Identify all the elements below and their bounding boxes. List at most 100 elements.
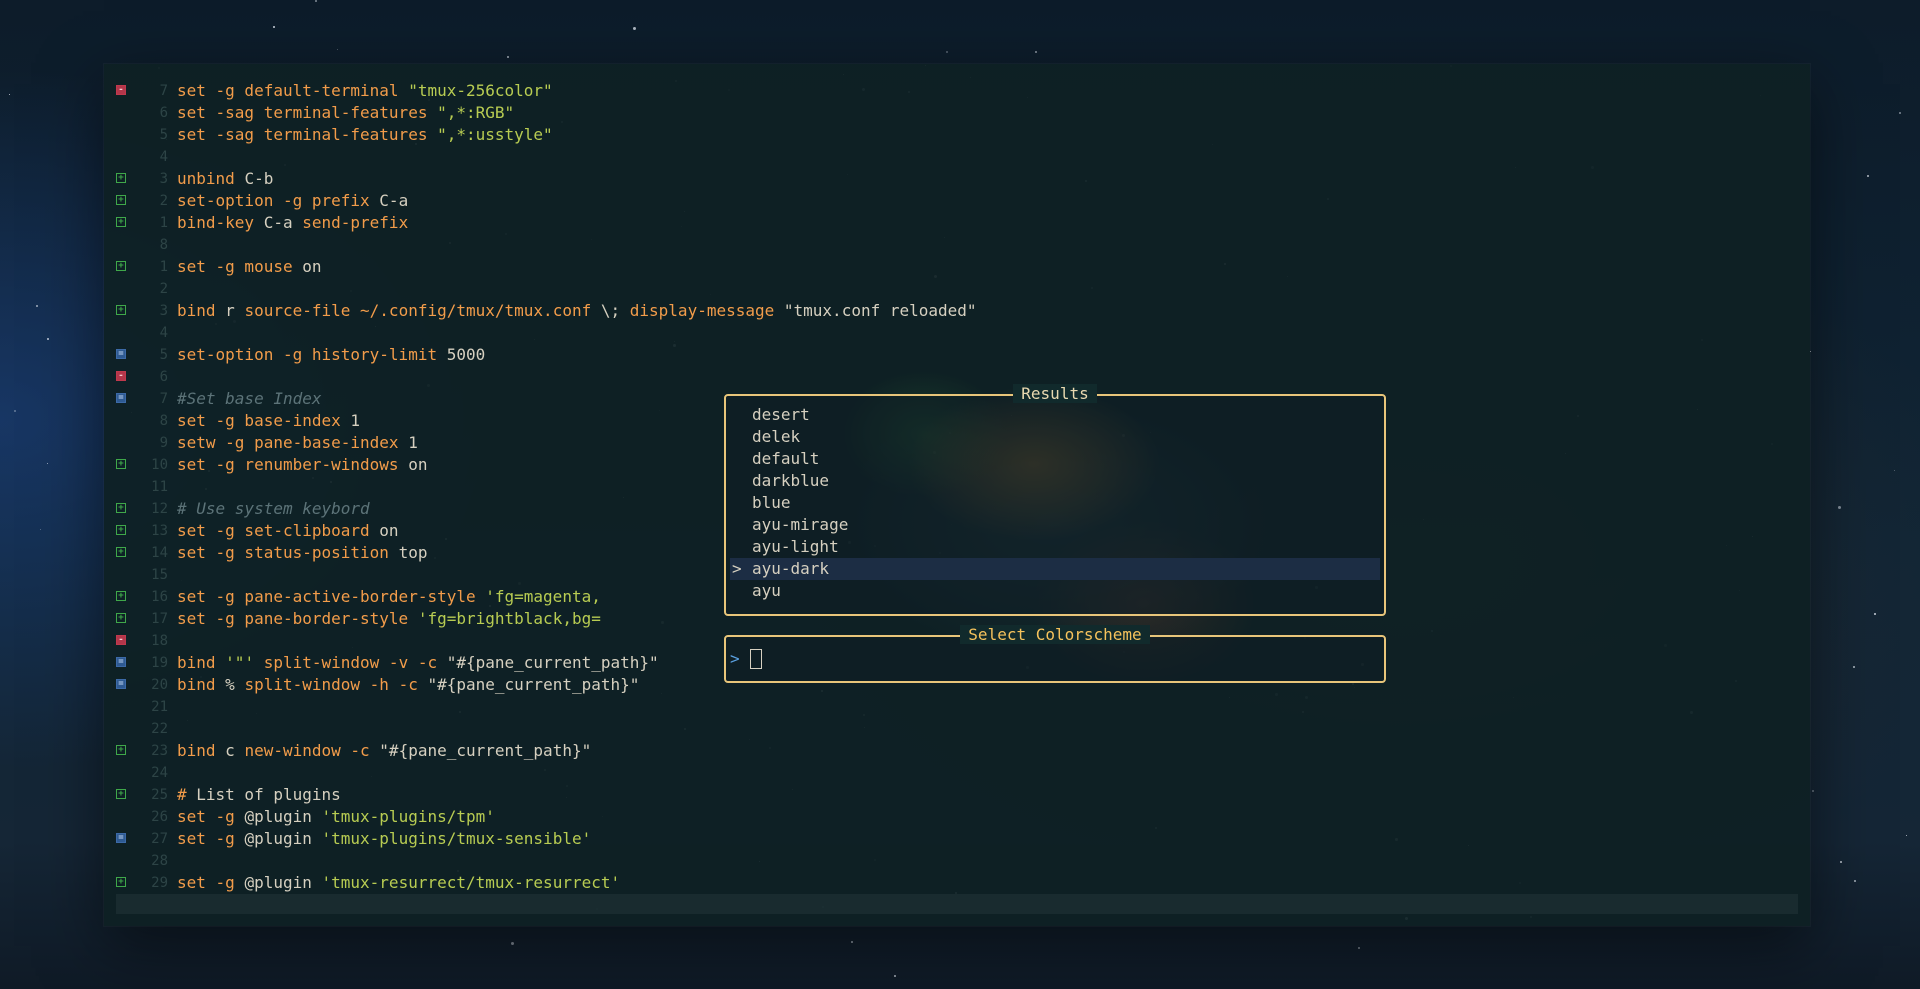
- code-line[interactable]: +1 set -g mouse on: [104, 256, 1810, 278]
- line-number: 6: [159, 369, 168, 385]
- git-added-icon: +: [116, 877, 126, 887]
- line-number: 2: [159, 281, 168, 297]
- code-line[interactable]: 4: [104, 146, 1810, 168]
- code-token: \;: [600, 301, 630, 320]
- star: [1899, 112, 1901, 114]
- code-line[interactable]: +23 bind c new-window -c "#{pane_current_…: [104, 740, 1810, 762]
- code-line[interactable]: +2 set-option -g prefix C-a: [104, 190, 1810, 212]
- code-token: C-a: [263, 213, 303, 232]
- star: [47, 338, 49, 340]
- git-changed-icon: =: [116, 349, 126, 359]
- result-item[interactable]: ayu: [730, 580, 1380, 602]
- line-number: 23: [151, 743, 168, 759]
- star: [1853, 666, 1855, 668]
- star: [633, 27, 636, 30]
- code-line[interactable]: - 7 set -g default-terminal "tmux-256color…: [104, 80, 1810, 102]
- code-token: @plugin: [244, 873, 322, 892]
- code-token: "#{pane_current_path}": [427, 675, 640, 694]
- code-text: set -g @plugin 'tmux-plugins/tpm': [177, 806, 495, 828]
- selection-chevron-icon: >: [732, 559, 742, 578]
- line-number: 13: [151, 523, 168, 539]
- code-text: # Use system keybord: [177, 498, 370, 520]
- code-line[interactable]: 2: [104, 278, 1810, 300]
- git-added-icon: +: [116, 503, 126, 513]
- code-line[interactable]: 24: [104, 762, 1810, 784]
- code-token: set -g base-index: [177, 411, 351, 430]
- code-token: %: [225, 675, 245, 694]
- code-text: set -g status-position top: [177, 542, 427, 564]
- result-item[interactable]: ayu-light: [730, 536, 1380, 558]
- line-number: 29: [151, 875, 168, 891]
- result-label: ayu-light: [752, 537, 839, 556]
- code-token: c: [225, 741, 245, 760]
- line-number: 1: [159, 259, 168, 275]
- code-token: 'fg=magenta,: [485, 587, 601, 606]
- git-added-icon: +: [116, 459, 126, 469]
- git-added-icon: +: [116, 613, 126, 623]
- line-number: 27: [151, 831, 168, 847]
- code-text: set -g mouse on: [177, 256, 322, 278]
- code-line[interactable]: 26 set -g @plugin 'tmux-plugins/tpm': [104, 806, 1810, 828]
- code-token: setw -g pane-base-index: [177, 433, 409, 452]
- star: [946, 51, 948, 53]
- line-number: 26: [151, 809, 168, 825]
- result-item[interactable]: delek: [730, 426, 1380, 448]
- code-line[interactable]: +1 bind-key C-a send-prefix: [104, 212, 1810, 234]
- star: [40, 529, 41, 530]
- result-item[interactable]: default: [730, 448, 1380, 470]
- code-line[interactable]: = 5 set-option -g history-limit 5000: [104, 344, 1810, 366]
- code-line[interactable]: 22: [104, 718, 1810, 740]
- editor-window[interactable]: - 7 set -g default-terminal "tmux-256color…: [104, 64, 1810, 926]
- code-token: top: [398, 543, 428, 562]
- star: [36, 305, 38, 307]
- code-token: set -g: [177, 807, 245, 826]
- code-token: 'tmux-plugins/tmux-sensible': [321, 829, 592, 848]
- result-label: desert: [752, 405, 810, 424]
- code-token: bind: [177, 741, 226, 760]
- star: [851, 941, 853, 943]
- line-number: 4: [159, 149, 168, 165]
- code-line[interactable]: +25 # List of plugins: [104, 784, 1810, 806]
- code-line[interactable]: 4: [104, 322, 1810, 344]
- result-item[interactable]: desert: [730, 404, 1380, 426]
- code-line[interactable]: 5 set -sag terminal-features ",*:usstyle": [104, 124, 1810, 146]
- code-token: C-b: [244, 169, 274, 188]
- code-line[interactable]: +3 unbind C-b: [104, 168, 1810, 190]
- code-token: send-prefix: [302, 213, 409, 232]
- code-token: @plugin: [244, 829, 322, 848]
- result-item[interactable]: darkblue: [730, 470, 1380, 492]
- code-line[interactable]: +29 set -g @plugin 'tmux-resurrect/tmux-r…: [104, 872, 1810, 894]
- code-token: set -g renumber-windows: [177, 455, 409, 474]
- code-text: set -sag terminal-features ",*:RGB": [177, 102, 514, 124]
- result-item[interactable]: blue: [730, 492, 1380, 514]
- result-label: ayu-dark: [752, 559, 830, 578]
- code-line[interactable]: 21: [104, 696, 1810, 718]
- star: [1867, 175, 1869, 177]
- code-token: set -sag terminal-features: [177, 125, 438, 144]
- line-number: 20: [151, 677, 168, 693]
- code-text: unbind C-b: [177, 168, 273, 190]
- code-line[interactable]: = 27 set -g @plugin 'tmux-plugins/tmux-sen…: [104, 828, 1810, 850]
- code-text: set -g @plugin 'tmux-resurrect/tmux-resu…: [177, 872, 620, 894]
- result-item[interactable]: ayu-mirage: [730, 514, 1380, 536]
- line-number: 8: [159, 237, 168, 253]
- code-token: @plugin: [244, 807, 322, 826]
- line-number: 28: [151, 853, 168, 869]
- code-line[interactable]: -6: [104, 366, 1810, 388]
- line-number: 22: [151, 721, 168, 737]
- git-added-icon: +: [116, 745, 126, 755]
- code-text: set-option -g prefix C-a: [177, 190, 408, 212]
- line-number: 8: [159, 413, 168, 429]
- code-line[interactable]: 6 set -sag terminal-features ",*:RGB": [104, 102, 1810, 124]
- result-item[interactable]: > ayu-dark: [730, 558, 1380, 580]
- code-line[interactable]: 8: [104, 234, 1810, 256]
- line-number: 1: [159, 215, 168, 231]
- code-token: "#{pane_current_path}": [446, 653, 659, 672]
- git-changed-icon: =: [116, 393, 126, 403]
- code-line[interactable]: +3 bind r source-file ~/.config/tmux/tmux…: [104, 300, 1810, 322]
- code-text: bind-key C-a send-prefix: [177, 212, 408, 234]
- code-line[interactable]: 28: [104, 850, 1810, 872]
- prompt-input[interactable]: [750, 649, 762, 669]
- git-added-icon: +: [116, 547, 126, 557]
- code-text: set -g renumber-windows on: [177, 454, 427, 476]
